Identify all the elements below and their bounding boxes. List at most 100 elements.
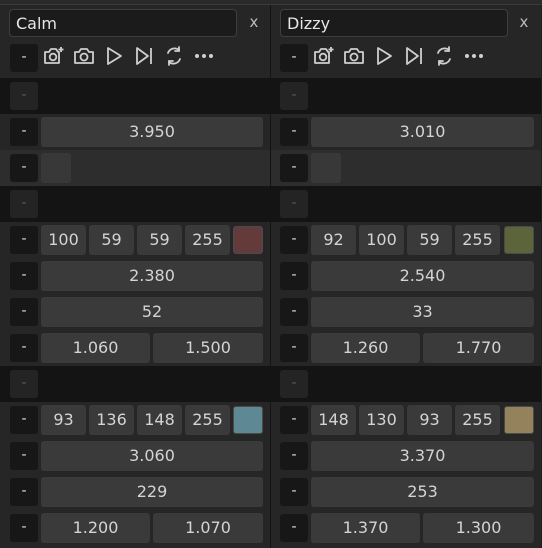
remove-button[interactable]: - [10,154,38,182]
color-r-field[interactable]: 93 [41,405,86,435]
property-row: - 229 [0,474,270,510]
color-a-field[interactable]: 255 [185,225,230,255]
value-field[interactable]: 3.370 [311,441,534,471]
property-row: - 33 [271,294,541,330]
range-row: - 1.370 1.300 [271,510,541,546]
empty-field[interactable] [41,153,71,183]
camera-icon[interactable] [72,44,96,68]
color-b-field[interactable]: 148 [137,405,182,435]
color-r-field[interactable]: 148 [311,405,356,435]
play-icon[interactable] [102,44,126,68]
remove-button[interactable]: - [10,514,38,542]
value-field[interactable]: 253 [311,477,534,507]
range-max-field[interactable]: 1.300 [423,513,534,543]
value-field[interactable]: 3.060 [41,441,263,471]
skip-forward-icon[interactable] [132,44,156,68]
collapse-button[interactable]: - [280,370,308,398]
group-header-row: - [271,186,541,222]
range-row: - 1.200 1.070 [0,510,270,546]
remove-button[interactable]: - [280,334,308,362]
remove-button[interactable]: - [10,334,38,362]
value-field[interactable]: 3.950 [41,117,263,147]
color-a-field[interactable]: 255 [455,405,500,435]
collapse-button[interactable]: - [10,370,38,398]
remove-button[interactable]: - [280,262,308,290]
color-b-field[interactable]: 59 [137,225,182,255]
more-icon[interactable] [192,44,216,68]
value-field[interactable]: 229 [41,477,263,507]
close-button[interactable]: x [516,12,532,32]
remove-button[interactable]: - [280,118,308,146]
remove-button[interactable]: - [10,226,38,254]
value-field[interactable]: 33 [311,297,534,327]
value-field[interactable]: 52 [41,297,263,327]
color-swatch[interactable] [504,406,534,434]
range-min-field[interactable]: 1.200 [41,513,150,543]
collapse-button[interactable]: - [10,82,38,110]
color-g-field[interactable]: 130 [359,405,404,435]
range-min-field[interactable]: 1.370 [311,513,420,543]
remove-button[interactable]: - [10,442,38,470]
remove-button[interactable]: - [280,478,308,506]
remove-button[interactable]: - [280,154,308,182]
color-swatch[interactable] [233,406,263,434]
collapse-button[interactable]: - [10,190,38,218]
panel-name-input[interactable]: Calm [9,9,237,37]
color-r-field[interactable]: 92 [311,225,356,255]
refresh-icon[interactable] [432,44,456,68]
color-r-field[interactable]: 100 [41,225,86,255]
property-row: - 2.540 [271,258,541,294]
collapse-button[interactable]: - [10,44,38,72]
camera-icon[interactable] [342,44,366,68]
panel-toolbar: - [271,42,541,74]
color-g-field[interactable]: 100 [359,225,404,255]
remove-button[interactable]: - [280,406,308,434]
range-row: - 1.260 1.770 [271,330,541,366]
panel-name-input[interactable]: Dizzy [280,9,508,37]
range-min-field[interactable]: 1.060 [41,333,150,363]
panel-dizzy: Dizzy x - - - 3.010 - - - 92 100 59 255 … [271,5,541,548]
remove-button[interactable]: - [280,442,308,470]
collapse-button[interactable]: - [280,44,308,72]
remove-button[interactable]: - [280,226,308,254]
range-max-field[interactable]: 1.500 [153,333,263,363]
color-a-field[interactable]: 255 [185,405,230,435]
remove-button[interactable]: - [10,262,38,290]
color-b-field[interactable]: 59 [407,225,452,255]
range-max-field[interactable]: 1.070 [153,513,263,543]
color-g-field[interactable]: 136 [89,405,134,435]
play-icon[interactable] [372,44,396,68]
color-b-field[interactable]: 93 [407,405,452,435]
remove-button[interactable]: - [10,406,38,434]
group-header-row: - [0,186,270,222]
value-field[interactable]: 2.380 [41,261,263,291]
color-g-field[interactable]: 59 [89,225,134,255]
skip-forward-icon[interactable] [402,44,426,68]
color-swatch[interactable] [504,226,534,254]
range-min-field[interactable]: 1.260 [311,333,420,363]
property-row: - 253 [271,474,541,510]
remove-button[interactable]: - [10,298,38,326]
add-photo-icon[interactable] [312,44,336,68]
add-photo-icon[interactable] [42,44,66,68]
property-row: - [0,150,270,186]
close-button[interactable]: x [246,12,262,32]
remove-button[interactable]: - [10,478,38,506]
property-row: - 3.010 [271,114,541,150]
refresh-icon[interactable] [162,44,186,68]
range-max-field[interactable]: 1.770 [423,333,534,363]
property-row: - 3.370 [271,438,541,474]
remove-button[interactable]: - [10,118,38,146]
value-field[interactable]: 2.540 [311,261,534,291]
remove-button[interactable]: - [280,298,308,326]
more-icon[interactable] [462,44,486,68]
collapse-button[interactable]: - [280,190,308,218]
range-row: - 1.060 1.500 [0,330,270,366]
color-a-field[interactable]: 255 [455,225,500,255]
remove-button[interactable]: - [280,514,308,542]
collapse-button[interactable]: - [280,82,308,110]
empty-field[interactable] [311,153,341,183]
value-field[interactable]: 3.010 [311,117,534,147]
group-header-row: - [0,78,270,114]
color-swatch[interactable] [233,226,263,254]
